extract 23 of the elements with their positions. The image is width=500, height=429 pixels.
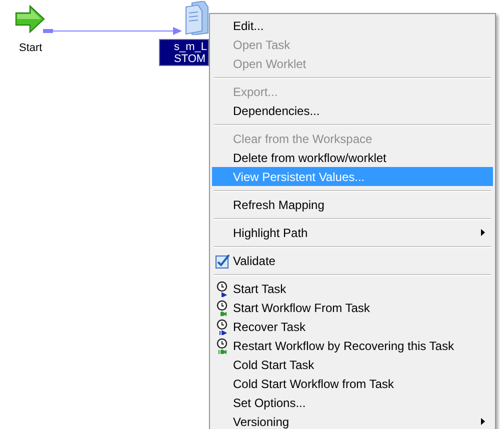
- document-stack-icon[interactable]: [184, 1, 210, 35]
- menu-item[interactable]: Cold Start Task: [212, 355, 493, 374]
- menu-item[interactable]: Refresh Mapping: [212, 195, 493, 214]
- check-document-icon: [214, 252, 230, 268]
- menu-item[interactable]: Versioning: [212, 412, 493, 429]
- menu-item[interactable]: Dependencies...: [212, 101, 493, 120]
- menu-item[interactable]: Validate: [212, 251, 493, 270]
- menu-item[interactable]: Set Options...: [212, 393, 493, 412]
- menu-item[interactable]: Cold Start Workflow from Task: [212, 374, 493, 393]
- task-label: s_m_L STOM: [159, 39, 209, 66]
- arrow-icon[interactable]: [14, 4, 46, 34]
- task-label: Start: [19, 41, 42, 56]
- clock-icon: [216, 338, 230, 354]
- clock-icon: [216, 300, 230, 316]
- clock-icon: [216, 280, 230, 296]
- menu-item[interactable]: Highlight Path: [212, 223, 493, 242]
- menu-item[interactable]: Edit...: [212, 16, 493, 35]
- menu-item[interactable]: Delete from workflow/worklet: [212, 148, 493, 167]
- menu-item[interactable]: Start Workflow From Task: [212, 298, 493, 317]
- clock-icon: [216, 318, 230, 334]
- menu-item[interactable]: Recover Task: [212, 317, 493, 336]
- menu-item[interactable]: Start Task: [212, 279, 493, 298]
- menu-item[interactable]: Restart Workflow by Recovering this Task: [212, 336, 493, 355]
